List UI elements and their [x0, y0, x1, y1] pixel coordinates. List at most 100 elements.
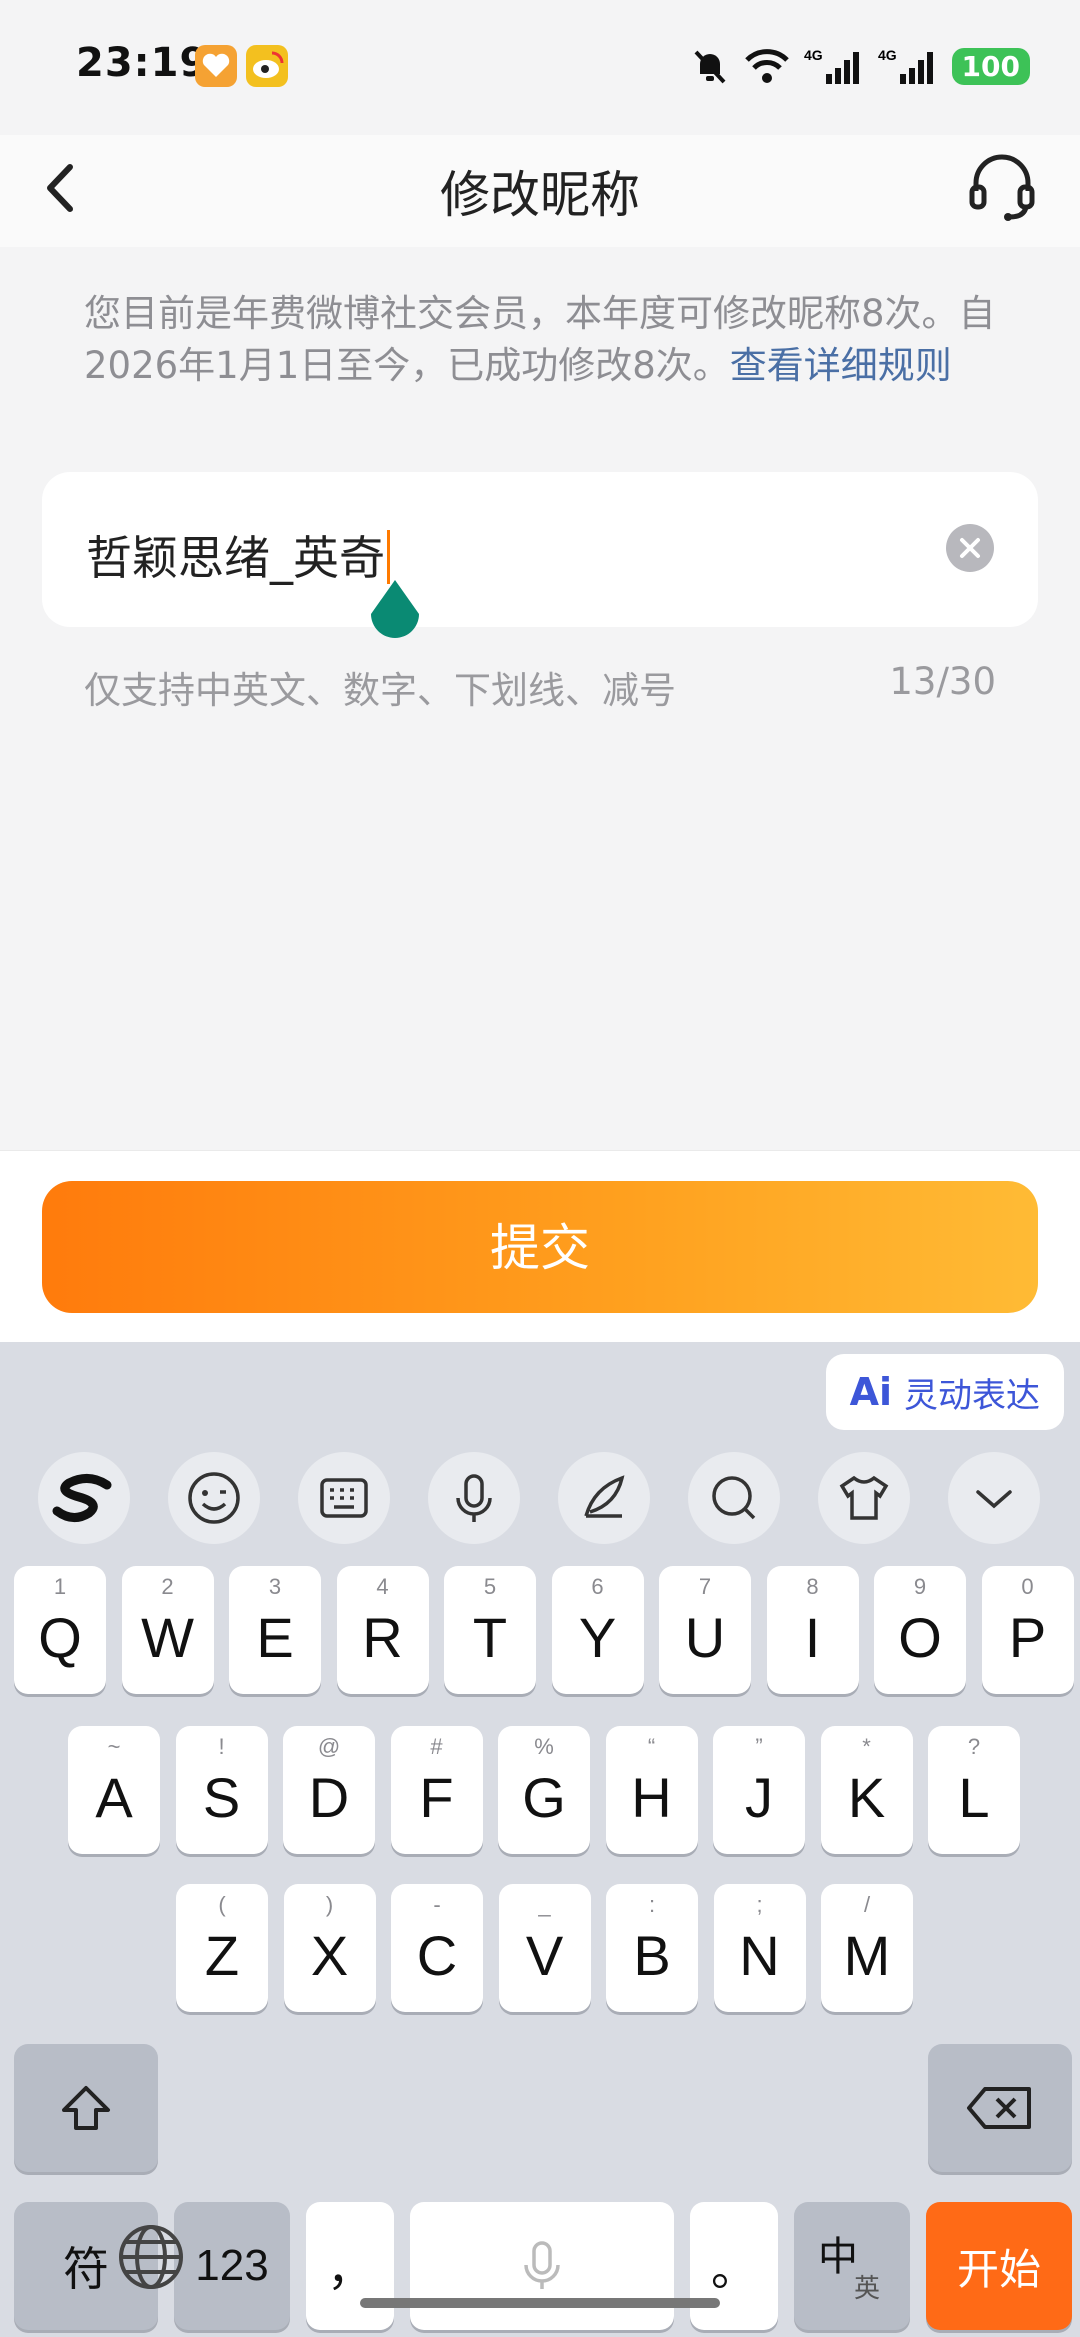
handwriting-button[interactable]: [558, 1452, 650, 1544]
key-d[interactable]: @ D: [283, 1726, 375, 1854]
rules-link[interactable]: 查看详细规则: [730, 344, 952, 387]
submit-area: 提交: [0, 1150, 1080, 1343]
headset-icon: [969, 154, 1035, 221]
key-sublabel: _: [538, 1892, 551, 1917]
key-sublabel: 8: [806, 1574, 819, 1599]
key-label: X: [310, 1923, 349, 1987]
key-label: J: [745, 1765, 773, 1829]
key-label: L: [958, 1765, 990, 1829]
comma-key[interactable]: ，: [306, 2202, 394, 2330]
space-key[interactable]: [410, 2202, 674, 2330]
signal-icon-2: 4G: [878, 47, 933, 84]
key-sublabel: -: [433, 1892, 441, 1917]
search-button[interactable]: [688, 1452, 780, 1544]
key-sublabel: ”: [755, 1734, 763, 1759]
status-icons: 4G 4G 100: [690, 44, 1030, 88]
key-s[interactable]: ! S: [175, 1726, 268, 1854]
chevron-down-icon: [976, 1490, 1012, 1509]
key-p[interactable]: 0P: [981, 1566, 1074, 1694]
ai-expression-button[interactable]: Ai 灵动表达: [825, 1354, 1064, 1430]
keyboard-switch-button[interactable]: [298, 1452, 390, 1544]
cursor-handle[interactable]: [365, 578, 425, 648]
input-hint: 仅支持中英文、数字、下划线、减号: [84, 669, 676, 712]
key-sublabel: #: [430, 1734, 443, 1759]
key-e[interactable]: 3E: [229, 1566, 321, 1694]
signal-icon-1: 4G: [804, 47, 859, 84]
ai-badge: Ai: [849, 1370, 892, 1414]
comma-key-label: ，: [327, 2243, 373, 2295]
shift-icon: [62, 2086, 110, 2130]
key-label: N: [739, 1923, 780, 1987]
key-g[interactable]: % G: [498, 1726, 590, 1854]
go-key[interactable]: 开始: [926, 2202, 1072, 2330]
close-icon: [960, 538, 980, 558]
key-label: H: [631, 1765, 672, 1829]
skin-button[interactable]: [818, 1452, 910, 1544]
key-k[interactable]: * K: [820, 1726, 913, 1854]
key-n[interactable]: ; N: [713, 1884, 806, 2012]
key-w[interactable]: 2W: [121, 1566, 214, 1694]
key-label: V: [525, 1923, 564, 1987]
home-indicator[interactable]: [360, 2298, 720, 2308]
key-sublabel: “: [647, 1734, 656, 1759]
key-f[interactable]: # F: [390, 1726, 483, 1854]
key-sublabel: !: [218, 1734, 225, 1759]
key-sublabel: ): [325, 1892, 334, 1917]
globe-button[interactable]: [116, 2222, 186, 2296]
key-l[interactable]: ? L: [928, 1726, 1020, 1854]
language-switch-key[interactable]: 中 英: [794, 2202, 910, 2330]
mute-bell-icon: [694, 50, 726, 84]
battery-level: 100: [951, 47, 1030, 85]
nickname-input[interactable]: 哲颖思绪_英奇: [86, 522, 390, 588]
key-sublabel: 2: [161, 1574, 174, 1599]
key-v[interactable]: _ V: [498, 1884, 591, 2012]
key-label: P: [1008, 1605, 1047, 1669]
collapse-keyboard-button[interactable]: [948, 1452, 1040, 1544]
sogou-logo-button[interactable]: [38, 1452, 130, 1544]
key-label: G: [522, 1765, 566, 1829]
nickname-input-box[interactable]: 哲颖思绪_英奇: [42, 472, 1038, 627]
sogou-logo-icon: [52, 1474, 112, 1522]
key-y[interactable]: 6Y: [551, 1566, 644, 1694]
customer-service-button[interactable]: [962, 147, 1042, 227]
key-label: I: [804, 1605, 821, 1669]
numbers-key[interactable]: 123: [174, 2202, 290, 2330]
key-label: Q: [38, 1605, 82, 1669]
key-sublabel: 4: [376, 1574, 389, 1599]
key-label: B: [633, 1923, 671, 1987]
svg-text:4G: 4G: [804, 47, 823, 63]
key-sublabel: @: [317, 1734, 341, 1759]
backspace-key[interactable]: [928, 2044, 1072, 2172]
voice-input-button[interactable]: [428, 1452, 520, 1544]
key-h[interactable]: “H: [605, 1726, 698, 1854]
key-r[interactable]: 4R: [336, 1566, 429, 1694]
key-u[interactable]: 7U: [659, 1566, 751, 1694]
key-m[interactable]: / M: [821, 1884, 913, 2012]
key-sublabel: 0: [1021, 1574, 1034, 1599]
submit-button[interactable]: 提交: [42, 1181, 1038, 1313]
key-q[interactable]: 1Q: [14, 1566, 106, 1694]
key-b[interactable]: :B: [606, 1884, 698, 2012]
nav-header: 修改昵称: [0, 135, 1080, 247]
key-c[interactable]: -C: [391, 1884, 483, 2012]
key-label: C: [416, 1923, 458, 1987]
key-t[interactable]: 5T: [444, 1566, 536, 1694]
clear-input-button[interactable]: [946, 524, 994, 572]
key-label: S: [202, 1765, 241, 1829]
emoji-button[interactable]: [168, 1452, 260, 1544]
ai-expression-label: 灵动表达: [904, 1375, 1040, 1416]
svg-text:4G: 4G: [878, 47, 897, 63]
key-j[interactable]: ” J: [713, 1726, 805, 1854]
go-key-label: 开始: [956, 2245, 1041, 2293]
key-z[interactable]: (Z: [176, 1884, 268, 2012]
key-o[interactable]: 9O: [874, 1566, 966, 1694]
health-app-icon: [195, 45, 237, 87]
key-label: Y: [578, 1605, 617, 1669]
key-x[interactable]: ) X: [283, 1884, 376, 2012]
key-i[interactable]: 8I: [766, 1566, 859, 1694]
key-a[interactable]: ~ A: [68, 1726, 160, 1854]
key-sublabel: (: [218, 1892, 226, 1917]
microphone-icon: [456, 1474, 492, 1522]
period-key[interactable]: 。: [690, 2202, 778, 2330]
shift-key[interactable]: [14, 2044, 158, 2172]
